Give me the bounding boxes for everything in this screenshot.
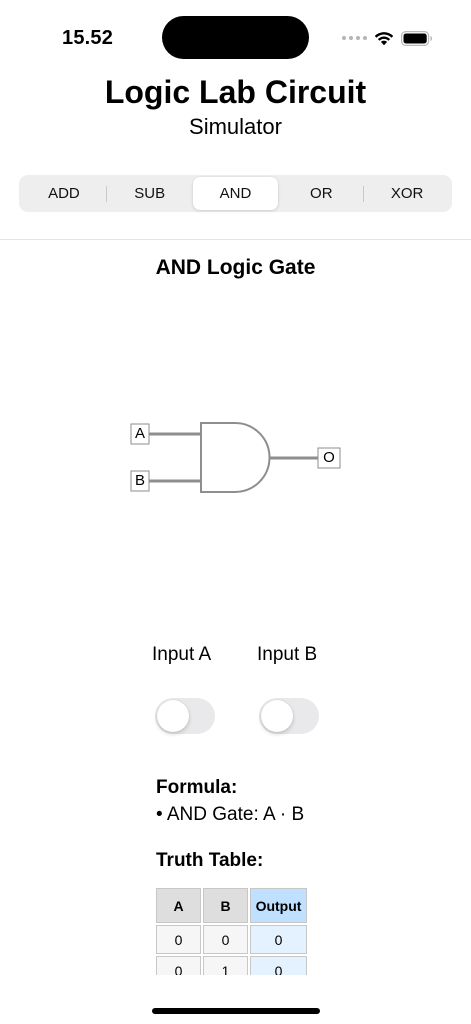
gate-type-segmented-control: ADD SUB AND OR XOR — [19, 175, 452, 212]
header-a: A — [156, 888, 201, 923]
table-row: 0 0 0 — [156, 925, 307, 954]
formula-text: • AND Gate: A · B — [156, 804, 305, 825]
toggle-knob — [261, 700, 293, 732]
tab-and[interactable]: AND — [192, 177, 279, 210]
header-output: Output — [250, 888, 307, 923]
cellular-dots-icon — [342, 36, 367, 40]
app-subtitle: Simulator — [189, 114, 282, 139]
battery-icon — [401, 30, 432, 46]
section-divider — [0, 239, 471, 240]
home-indicator[interactable] — [152, 1008, 320, 1014]
pin-output-label: O — [323, 449, 335, 466]
input-a-toggle[interactable] — [155, 698, 215, 734]
truth-table-heading: Truth Table: — [156, 850, 264, 871]
tab-sub[interactable]: SUB — [107, 177, 193, 210]
bottom-safe-area — [0, 975, 471, 1024]
toggle-knob — [157, 700, 189, 732]
app-title: Logic Lab Circuit — [104, 74, 367, 110]
dynamic-island — [162, 16, 309, 59]
formula-heading: Formula: — [156, 777, 238, 798]
cell-b: 0 — [203, 925, 248, 954]
and-gate-body — [200, 422, 271, 493]
and-gate-svg — [130, 422, 341, 493]
cell-output: 0 — [250, 925, 307, 954]
tab-xor[interactable]: XOR — [364, 177, 450, 210]
table-header-row: A B Output — [156, 888, 307, 923]
header-b: B — [203, 888, 248, 923]
input-a-label: Input A — [152, 644, 212, 665]
tab-add[interactable]: ADD — [21, 177, 107, 210]
input-b-toggle[interactable] — [259, 698, 319, 734]
truth-table: A B Output 0 0 0 0 1 0 — [154, 886, 309, 987]
cell-a: 0 — [156, 925, 201, 954]
pin-b-label: B — [134, 472, 145, 489]
pin-a-label: A — [134, 425, 145, 442]
status-time: 15.52 — [62, 27, 114, 49]
status-bar: 15.52 — [0, 0, 471, 76]
status-icons — [342, 28, 433, 48]
and-gate-diagram: A B O — [125, 415, 350, 500]
gate-title: AND Logic Gate — [155, 256, 316, 279]
wifi-icon — [374, 31, 394, 45]
input-b-label: Input B — [257, 644, 318, 665]
tab-or[interactable]: OR — [278, 177, 364, 210]
